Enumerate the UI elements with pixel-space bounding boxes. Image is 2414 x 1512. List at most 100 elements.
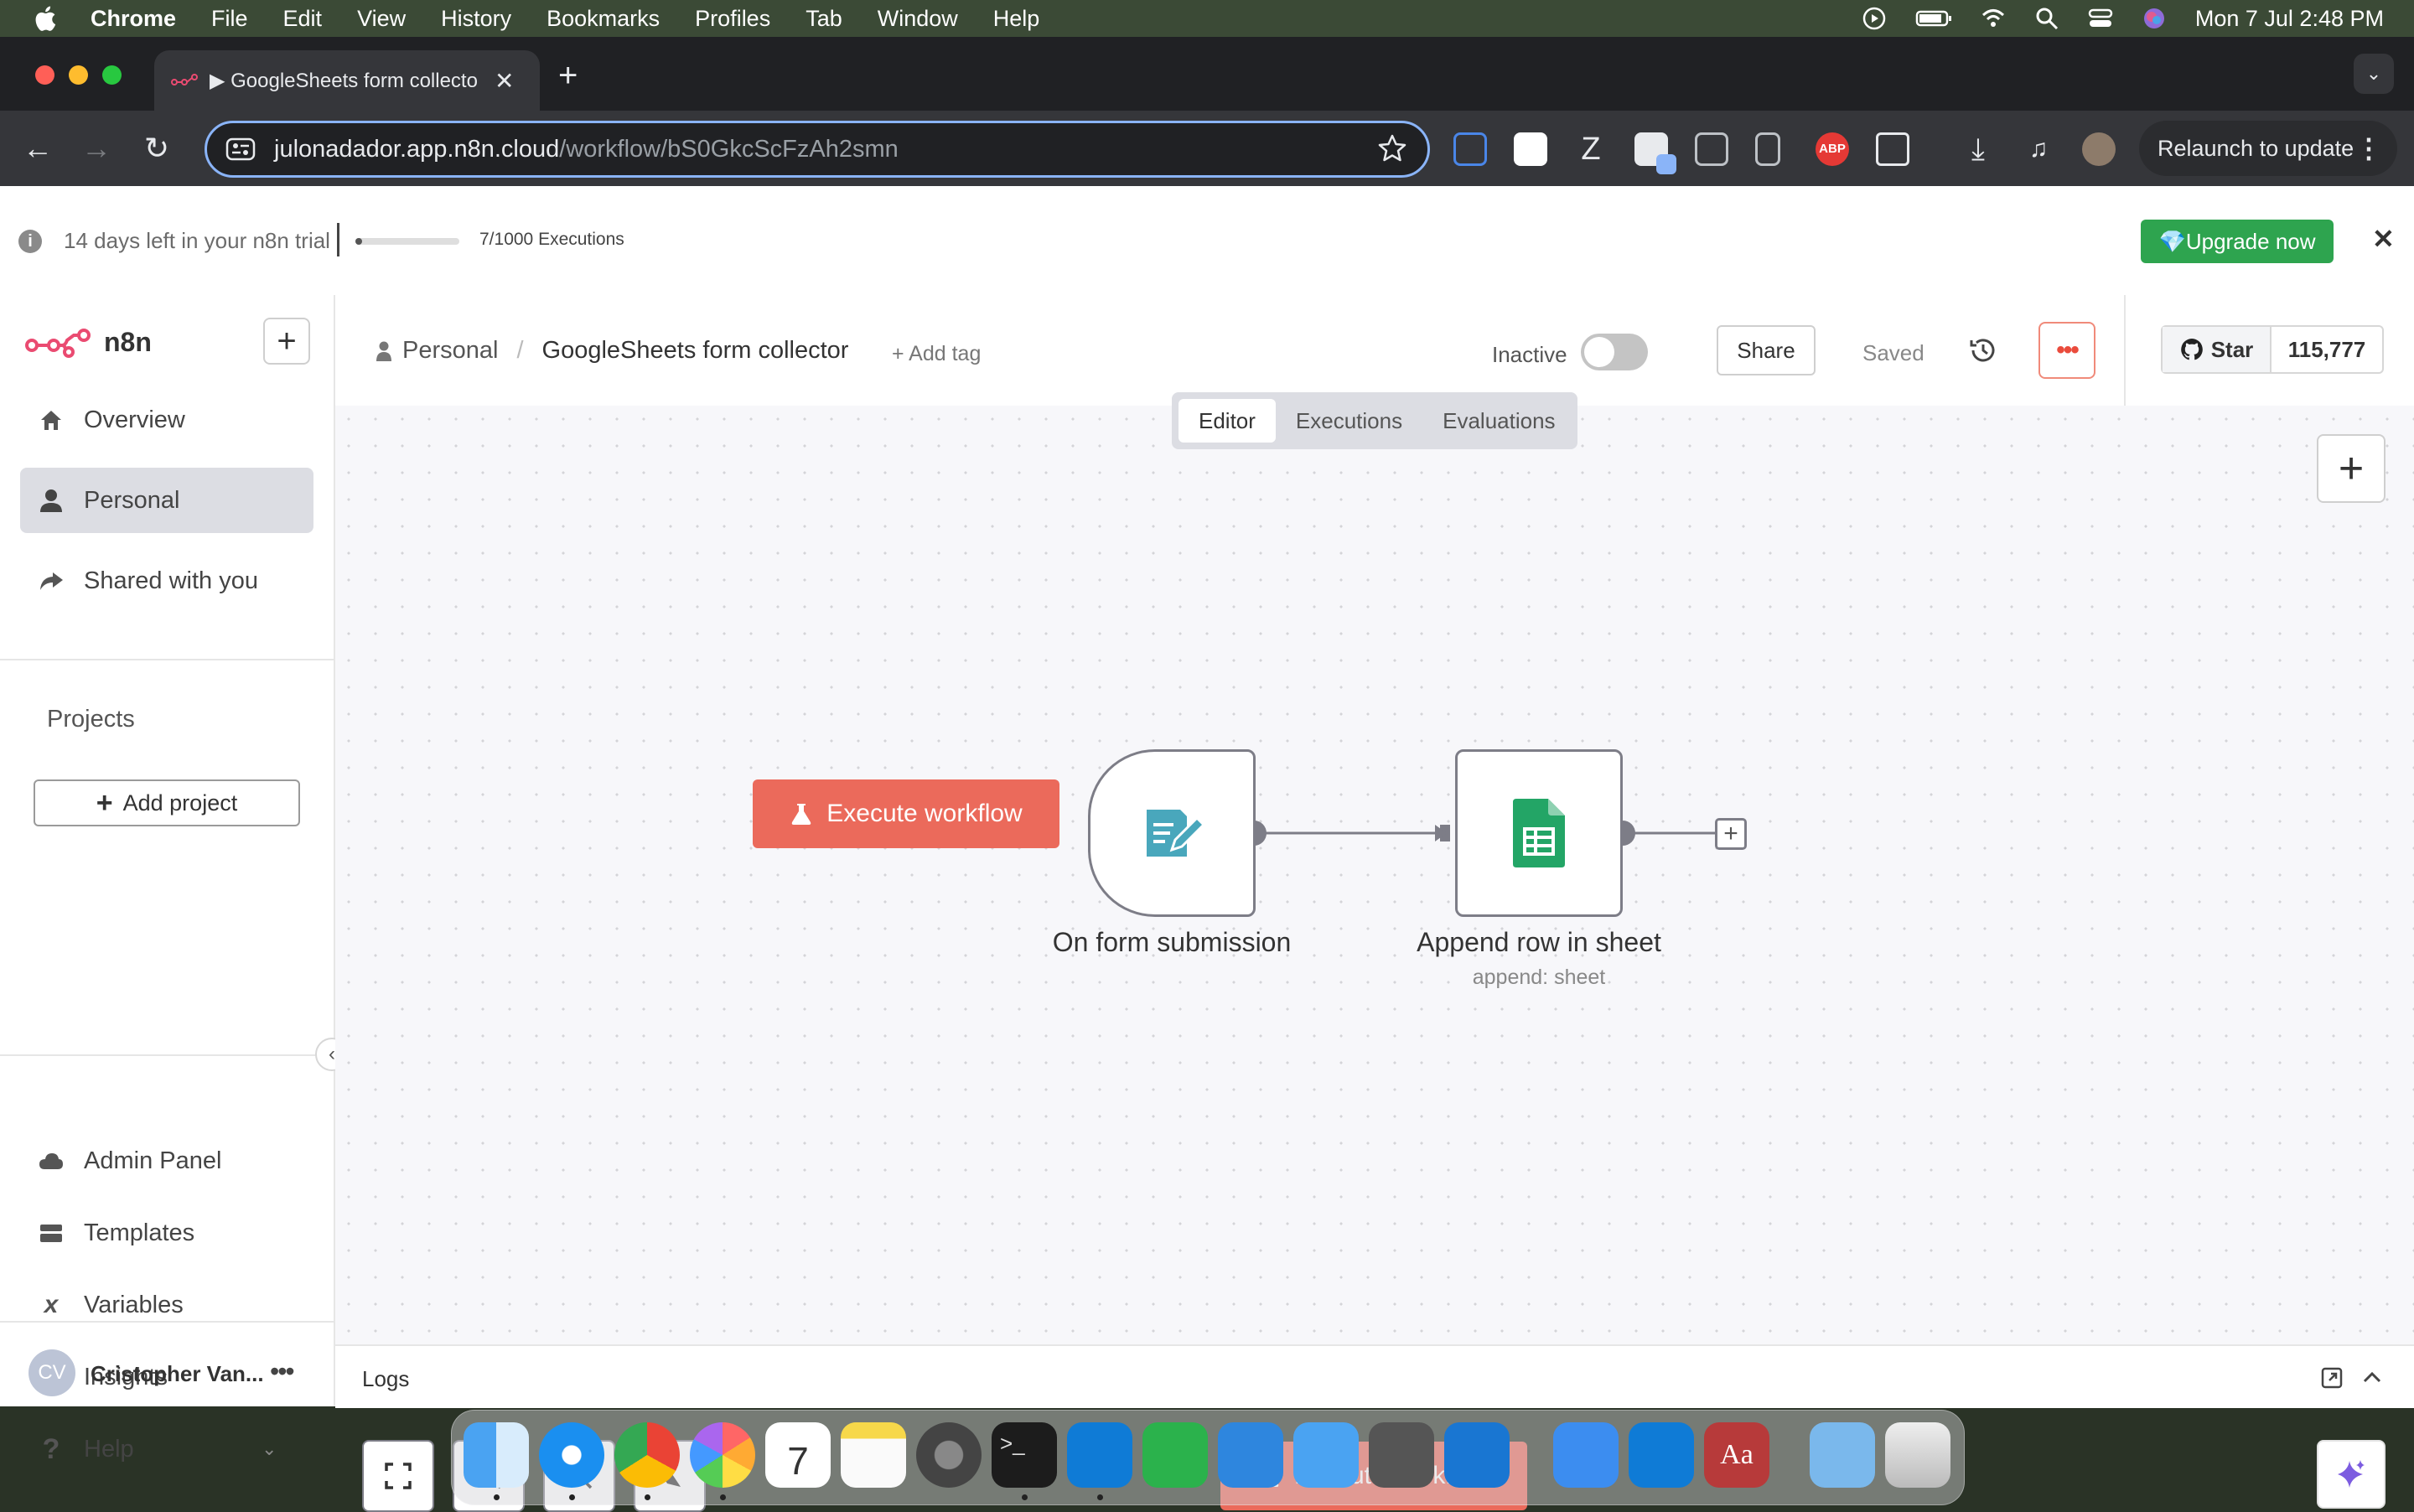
workflow-name[interactable]: GoogleSheets form collector	[542, 337, 849, 365]
sidebar-item-overview[interactable]: Overview	[20, 387, 313, 453]
execute-workflow-button[interactable]: Execute workflow	[753, 779, 1059, 848]
menu-history[interactable]: History	[441, 6, 511, 32]
reload-button[interactable]: ↻	[136, 127, 178, 169]
adblock-plus-icon[interactable]: ABP	[1816, 132, 1849, 166]
relaunch-to-update-button[interactable]: Relaunch to update ⋮	[2139, 121, 2397, 176]
phone-extension-icon[interactable]	[1755, 132, 1780, 166]
site-settings-icon[interactable]	[224, 137, 257, 162]
menu-profiles[interactable]: Profiles	[695, 6, 770, 32]
keynote-icon[interactable]	[1218, 1422, 1283, 1488]
screen-capture-extension-icon[interactable]	[1453, 132, 1487, 166]
finder-icon[interactable]	[464, 1422, 529, 1488]
extensions-puzzle-icon[interactable]	[1876, 132, 1909, 166]
window-minimize-button[interactable]	[69, 65, 88, 85]
window-close-button[interactable]	[35, 65, 54, 85]
system-settings-icon[interactable]	[916, 1422, 982, 1488]
trash-icon[interactable]	[1885, 1422, 1950, 1488]
safari-icon[interactable]	[539, 1422, 604, 1488]
create-new-button[interactable]: +	[263, 318, 310, 365]
battery-icon[interactable]	[1915, 6, 1952, 31]
menu-app-name[interactable]: Chrome	[91, 6, 176, 32]
running-indicator	[720, 1494, 726, 1500]
play-circle-icon[interactable]	[1862, 6, 1887, 31]
forward-button[interactable]: →	[75, 127, 117, 169]
tab-executions[interactable]: Executions	[1276, 399, 1422, 443]
ai-assistant-button[interactable]	[2317, 1440, 2386, 1509]
window-extension-icon[interactable]	[1695, 132, 1728, 166]
chrome-menu-icon[interactable]: ⋮	[2355, 132, 2382, 164]
bookmark-star-icon[interactable]	[1377, 133, 1407, 163]
menu-tab[interactable]: Tab	[806, 6, 842, 32]
add-node-button[interactable]: +	[2317, 434, 2386, 503]
chevron-down-icon[interactable]: ⌄	[262, 1438, 277, 1460]
notion-extension-icon[interactable]	[1514, 132, 1547, 166]
photos-icon[interactable]	[690, 1422, 755, 1488]
sidebar-item-admin-panel[interactable]: Admin Panel	[20, 1128, 313, 1194]
profile-avatar-icon[interactable]	[2082, 132, 2116, 166]
calendar-icon[interactable]: 7	[765, 1422, 831, 1488]
add-project-button[interactable]: + Add project	[34, 779, 300, 826]
control-center-icon[interactable]	[2088, 6, 2113, 31]
menu-help[interactable]: Help	[993, 6, 1040, 32]
tab-close-icon[interactable]: ✕	[495, 67, 514, 95]
upgrade-now-button[interactable]: 💎Upgrade now	[2141, 220, 2334, 263]
downloads-icon[interactable]: ⤓	[1961, 132, 1995, 166]
chrome-icon[interactable]	[614, 1422, 680, 1488]
tab-search-button[interactable]: ⌄	[2354, 54, 2394, 94]
window-zoom-button[interactable]	[102, 65, 122, 85]
node-append-row-in-sheet[interactable]	[1455, 749, 1623, 917]
node-on-form-submission[interactable]	[1088, 749, 1256, 917]
downloads-folder-icon[interactable]	[1810, 1422, 1875, 1488]
n8n-logo-icon[interactable]	[25, 325, 92, 359]
workflow-canvas[interactable]: Editor Executions Evaluations + Execute …	[335, 392, 2414, 1512]
badge-extension-icon[interactable]	[1634, 132, 1676, 174]
avatar[interactable]: CV	[28, 1349, 75, 1396]
more-options-button[interactable]: •••	[2038, 322, 2095, 379]
menu-edit[interactable]: Edit	[283, 6, 323, 32]
menu-bookmarks[interactable]: Bookmarks	[547, 6, 660, 32]
numbers-icon[interactable]	[1142, 1422, 1208, 1488]
logs-panel-bar[interactable]: Logs	[335, 1344, 2414, 1408]
address-bar[interactable]: julonadador.app.n8n.cloud/workflow/bS0Gk…	[205, 121, 1430, 178]
menu-file[interactable]: File	[211, 6, 248, 32]
xcode-icon[interactable]	[1293, 1422, 1359, 1488]
menubar-clock[interactable]: Mon 7 Jul 2:48 PM	[2195, 6, 2384, 32]
wifi-icon[interactable]	[1981, 6, 2006, 31]
zoom-to-fit-button[interactable]	[362, 1440, 434, 1512]
user-options-icon[interactable]: •••	[270, 1356, 295, 1387]
pop-out-icon[interactable]	[2320, 1366, 2344, 1390]
github-star-button[interactable]: Star 115,777	[2161, 325, 2384, 374]
mail-icon[interactable]	[1553, 1422, 1619, 1488]
add-tag-button[interactable]: + Add tag	[892, 342, 981, 366]
tab-evaluations[interactable]: Evaluations	[1422, 399, 1575, 443]
back-button[interactable]: ←	[17, 127, 59, 169]
active-toggle[interactable]	[1581, 334, 1648, 370]
sidebar-item-templates[interactable]: Templates	[20, 1200, 313, 1266]
add-next-node-button[interactable]: +	[1715, 818, 1747, 850]
tab-editor[interactable]: Editor	[1179, 399, 1276, 443]
siri-icon[interactable]	[2142, 6, 2167, 31]
sidebar-item-personal[interactable]: Personal	[20, 468, 313, 533]
chevron-up-icon[interactable]	[2360, 1366, 2384, 1390]
media-controls-icon[interactable]: ♫	[2022, 132, 2055, 166]
breadcrumb-project[interactable]: Personal	[402, 337, 498, 365]
apple-icon[interactable]	[32, 4, 57, 33]
share-button[interactable]: Share	[1717, 325, 1816, 375]
menu-window[interactable]: Window	[878, 6, 958, 32]
new-tab-button[interactable]: +	[558, 57, 578, 95]
browser-tab[interactable]: ▶ GoogleSheets form collecto ✕	[154, 50, 540, 111]
zotero-extension-icon[interactable]: Z	[1574, 132, 1608, 166]
terminal-icon[interactable]: >_	[992, 1422, 1057, 1488]
vscode-icon[interactable]	[1067, 1422, 1132, 1488]
history-icon[interactable]	[1966, 334, 2000, 367]
vscode-insiders-icon[interactable]	[1629, 1422, 1694, 1488]
sidebar-item-shared[interactable]: Shared with you	[20, 548, 313, 614]
simulator-icon[interactable]	[1369, 1422, 1434, 1488]
dictionary-icon[interactable]: Aa	[1704, 1422, 1769, 1488]
spotlight-search-icon[interactable]	[2034, 6, 2059, 31]
menu-view[interactable]: View	[357, 6, 406, 32]
user-menu[interactable]: CV Cristopher Van... •••	[0, 1321, 334, 1406]
vs-app-icon[interactable]	[1444, 1422, 1510, 1488]
notes-icon[interactable]	[841, 1422, 906, 1488]
close-banner-icon[interactable]: ✕	[2372, 223, 2395, 255]
